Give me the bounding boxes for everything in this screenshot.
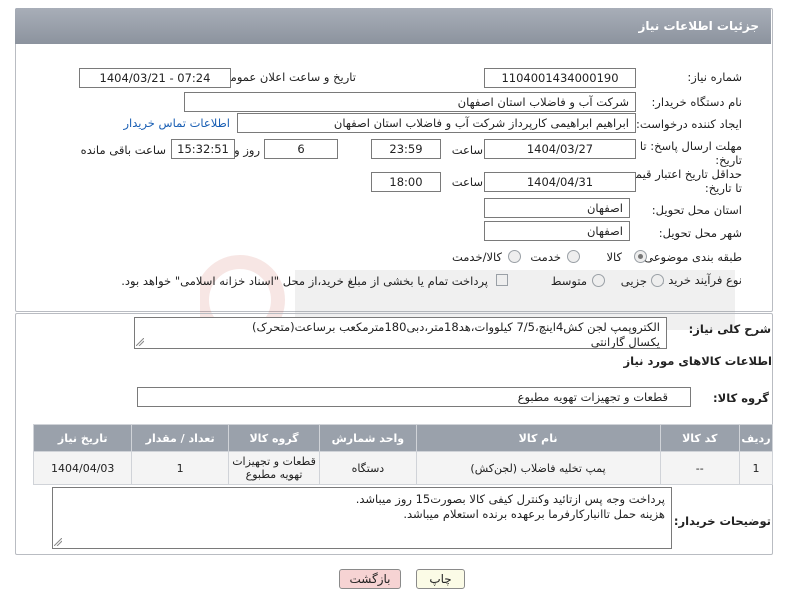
category-goods-radio[interactable] xyxy=(634,250,647,263)
creator-field: ابراهیم ابراهیمی کارپرداز شرکت آب و فاضل… xyxy=(237,113,636,133)
need-number-field: 1104001434000190 xyxy=(484,68,636,88)
back-button[interactable]: بازگشت xyxy=(339,569,401,589)
print-button[interactable]: چاپ xyxy=(416,569,465,589)
price-time-label: ساعت xyxy=(451,175,483,189)
goods-table: ردیف کد کالا نام کالا واحد شمارش گروه کا… xyxy=(32,424,774,485)
table-row: 1 -- پمپ تخلیه فاضلاب (لجن‌کش) دستگاه قط… xyxy=(32,451,774,485)
days-label: روز و xyxy=(234,143,260,157)
col-qty: تعداد / مقدار xyxy=(131,424,229,452)
category-service-label: خدمت xyxy=(530,250,561,264)
buyer-notes-label: توضیحات خریدار: xyxy=(673,514,771,528)
category-both-label: کالا/خدمت xyxy=(451,250,502,264)
col-name: نام کالا xyxy=(415,424,661,452)
summary-textarea: الکتروپمپ لجن کش4اینچ،7/5 کیلووات،هد18مت… xyxy=(134,317,667,349)
remaining-label: ساعت باقی مانده xyxy=(80,143,166,157)
remaining-field: 15:32:51 xyxy=(171,139,235,159)
cell-qty: 1 xyxy=(131,451,229,485)
cell-code: -- xyxy=(659,451,740,485)
col-date: تاریخ نیاز xyxy=(32,424,133,452)
buyer-notes-line-2: هزینه حمل تاانبارکارفرما برعهده برنده اس… xyxy=(403,507,665,521)
treasury-payment-note: پرداخت تمام یا بخشی از مبلغ خرید،از محل … xyxy=(121,274,488,288)
process-medium-label: متوسط xyxy=(550,274,587,288)
province-label: استان محل تحویل: xyxy=(651,203,742,217)
panel-header: جزئیات اطلاعات نیاز xyxy=(15,8,771,44)
category-goods-label: کالا xyxy=(606,250,622,264)
city-label: شهر محل تحویل: xyxy=(658,226,742,240)
cell-group: قطعات و تجهیزات تهویه مطبوع xyxy=(227,451,321,485)
process-partial-radio[interactable] xyxy=(651,274,664,287)
col-row: ردیف xyxy=(738,424,774,452)
goods-group-field: قطعات و تجهیزات تهویه مطبوع xyxy=(137,387,691,407)
deadline-time-field: 23:59 xyxy=(371,139,441,159)
price-date-field: 1404/04/31 xyxy=(484,172,636,192)
cell-name: پمپ تخلیه فاضلاب (لجن‌کش) xyxy=(415,451,661,485)
summary-line-1: الکتروپمپ لجن کش4اینچ،7/5 کیلووات،هد18مت… xyxy=(251,320,660,334)
resize-handle-icon[interactable] xyxy=(54,538,62,546)
goods-group-label: گروه کالا: xyxy=(713,391,769,405)
col-group: گروه کالا xyxy=(227,424,321,452)
resize-handle-icon[interactable] xyxy=(136,338,144,346)
province-field: اصفهان xyxy=(484,198,630,218)
cell-row: 1 xyxy=(738,451,774,485)
announce-field: 1404/03/21 - 07:24 xyxy=(79,68,231,88)
cell-date: 1404/04/03 xyxy=(32,451,133,485)
col-unit: واحد شمارش xyxy=(319,424,417,452)
buyer-contact-link[interactable]: اطلاعات تماس خریدار xyxy=(123,116,230,130)
category-label: طبقه بندی موضوعی: xyxy=(640,250,742,264)
buyer-org-label: نام دستگاه خریدار: xyxy=(651,95,742,109)
category-both-radio[interactable] xyxy=(508,250,521,263)
panel-title: جزئیات اطلاعات نیاز xyxy=(638,19,759,33)
category-service-radio[interactable] xyxy=(567,250,580,263)
announce-label: تاریخ و ساعت اعلان عمومی: xyxy=(217,70,356,84)
cell-unit: دستگاه xyxy=(319,451,417,485)
process-partial-label: جزیی xyxy=(620,274,647,288)
buyer-notes-textarea: پرداخت وجه پس ازتائید وکنترل کیفی کالا ب… xyxy=(52,487,672,549)
city-field: اصفهان xyxy=(484,221,630,241)
col-code: کد کالا xyxy=(659,424,740,452)
process-label: نوع فرآیند خرید : xyxy=(660,273,742,287)
summary-label: شرح کلی نیاز: xyxy=(688,322,771,336)
deadline-time-label: ساعت xyxy=(451,143,483,157)
deadline-date-field: 1404/03/27 xyxy=(484,139,636,159)
creator-label: ایجاد کننده درخواست: xyxy=(636,117,742,131)
price-time-field: 18:00 xyxy=(371,172,441,192)
buyer-notes-line-1: پرداخت وجه پس ازتائید وکنترل کیفی کالا ب… xyxy=(355,492,665,506)
summary-line-2: یکسال گارانتی xyxy=(590,335,660,349)
goods-section-title: اطلاعات کالاهای مورد نیاز xyxy=(623,354,772,368)
table-header-row: ردیف کد کالا نام کالا واحد شمارش گروه کا… xyxy=(32,424,774,452)
deadline-label: مهلت ارسال پاسخ: تا تاریخ: xyxy=(639,139,742,167)
need-number-label: شماره نیاز: xyxy=(687,70,742,84)
buyer-org-field: شرکت آب و فاضلاب استان اصفهان xyxy=(184,92,636,112)
process-medium-radio[interactable] xyxy=(592,274,605,287)
days-field: 6 xyxy=(264,139,338,159)
treasury-payment-checkbox[interactable] xyxy=(496,274,508,286)
